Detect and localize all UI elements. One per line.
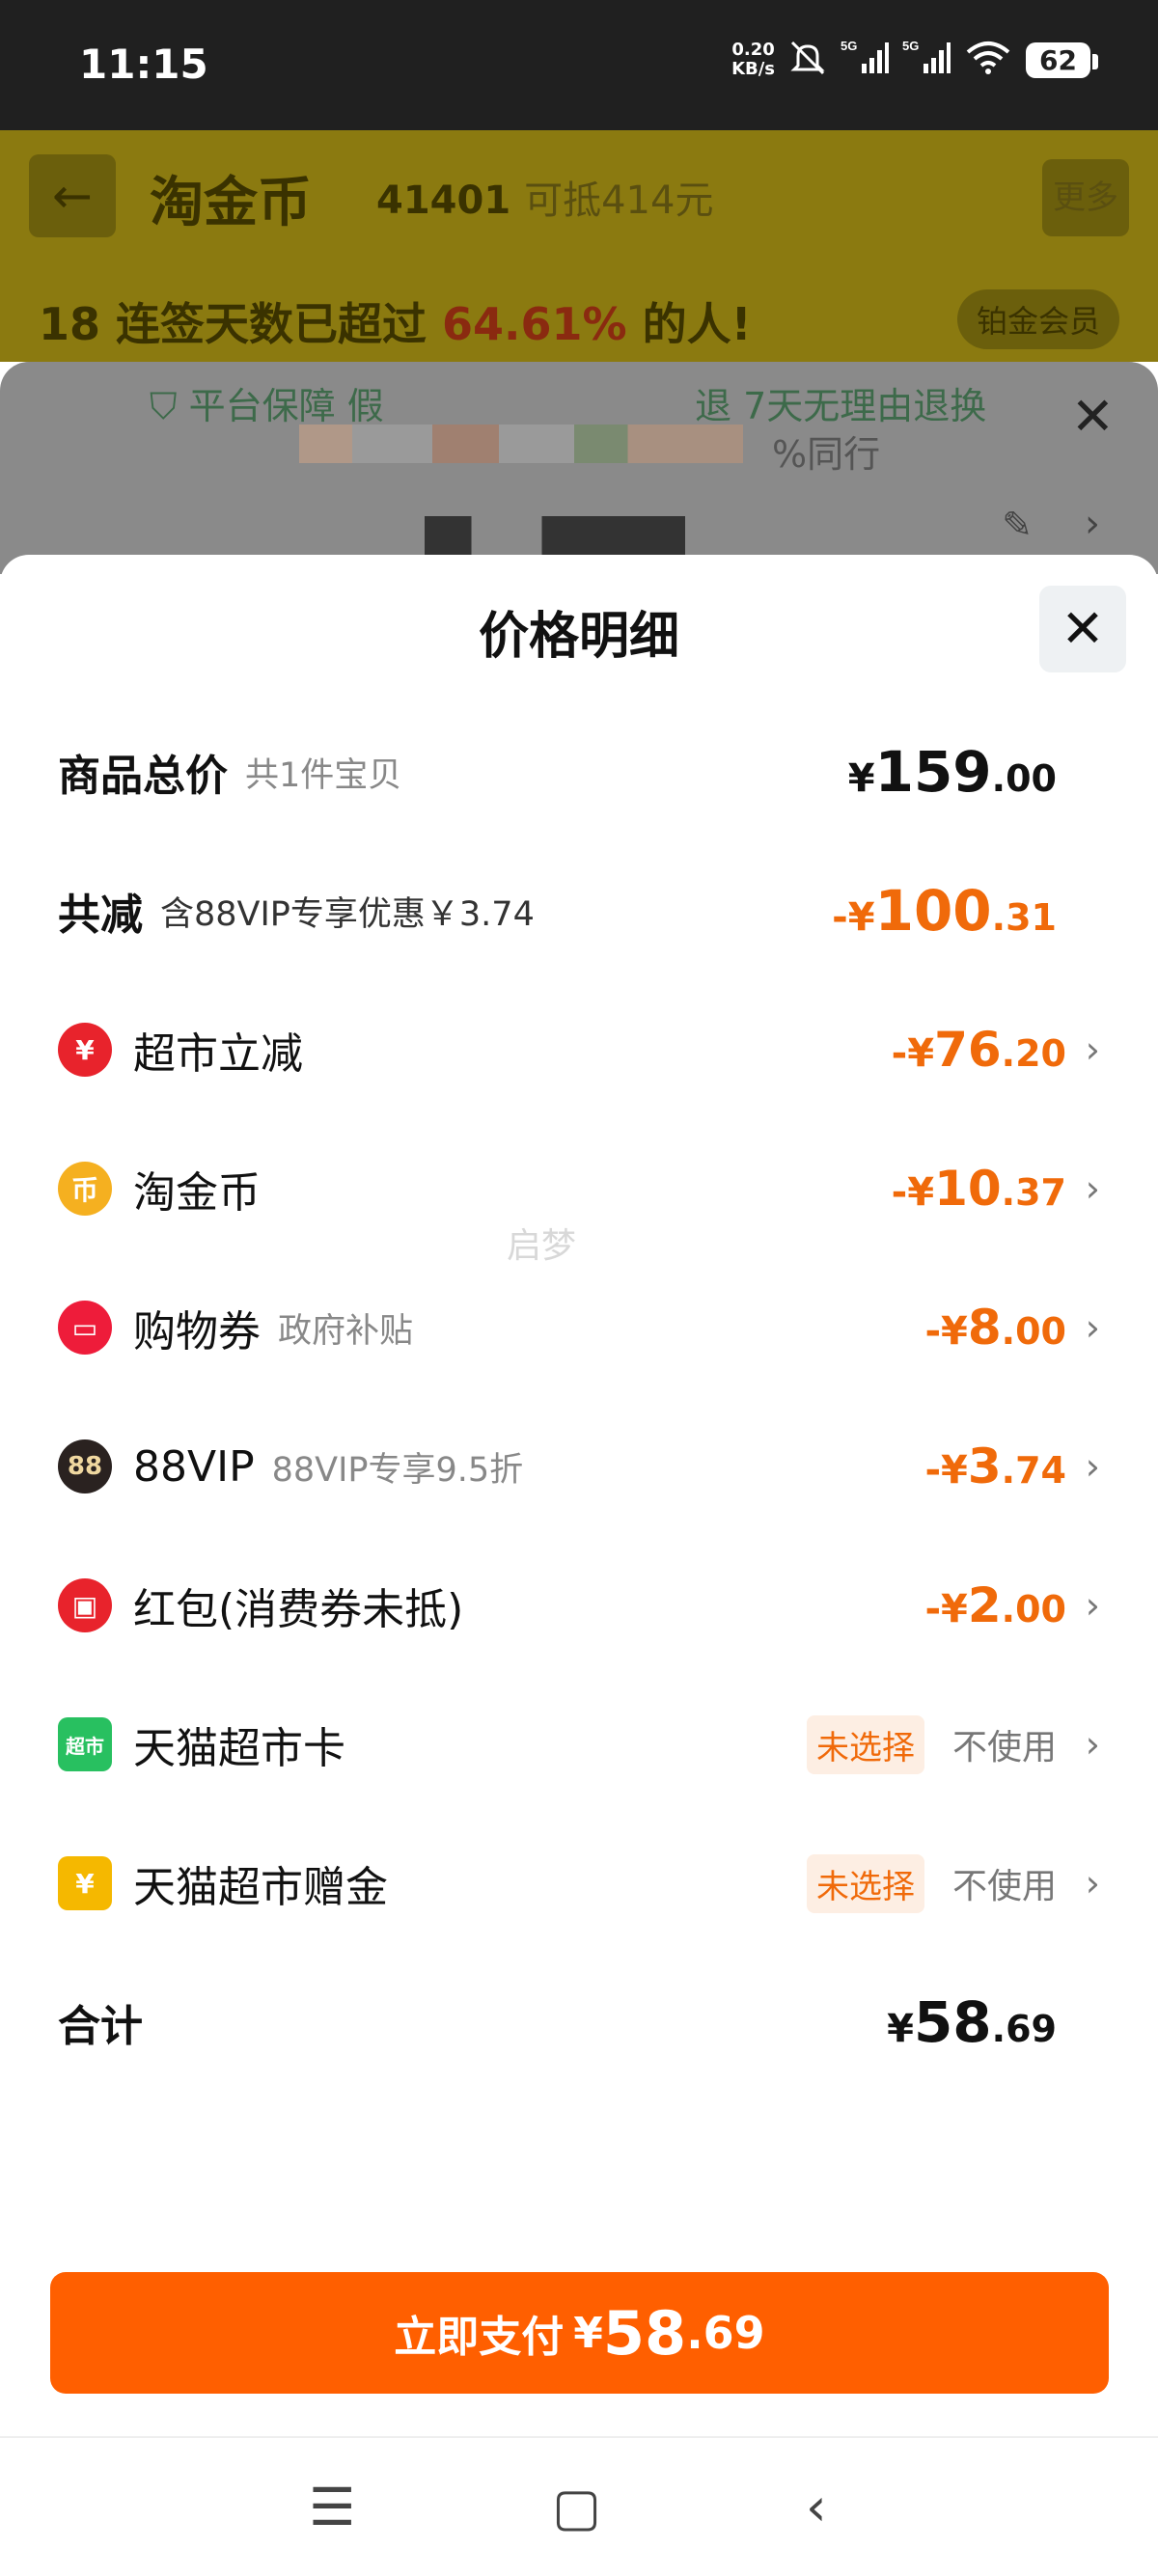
watermark: 启梦	[507, 1226, 577, 1266]
chevron-right-icon: ›	[1085, 1167, 1100, 1210]
card-row[interactable]: ¥ 天猫超市赠金 未选择 不使用 ›	[0, 1830, 1158, 1936]
discount-item-row[interactable]: 88 88VIP 88VIP专享9.5折 -¥3.74 ›	[0, 1413, 1158, 1520]
chevron-right-icon: ›	[1085, 1445, 1100, 1488]
sum-amount: ¥58.69	[887, 1989, 1057, 2055]
platform-guarantee: ⛉ 平台保障 假	[150, 385, 384, 427]
wifi-icon	[964, 39, 1012, 81]
supermarket-discount-icon: ¥	[58, 1023, 112, 1077]
tmall-gift-money-icon: ¥	[58, 1856, 112, 1910]
edit-icon: ✎	[1002, 504, 1033, 546]
net-speed: 0.20 KB/s	[731, 40, 776, 79]
mute-icon	[788, 39, 827, 81]
sheet-title: 价格明细	[478, 608, 679, 666]
discount-item-row[interactable]: ▭ 购物券 政府补贴 -¥8.00 ›	[0, 1274, 1158, 1381]
background-title: 淘金币	[150, 172, 312, 234]
signal-icon: 5G	[841, 39, 890, 81]
status-bar: 11:15 0.20 KB/s 5G 5G 62	[0, 0, 1158, 130]
card-action: 不使用	[951, 1728, 1057, 1768]
more-button: 更多	[1042, 159, 1129, 236]
status-badge: 未选择	[807, 1853, 924, 1913]
mosaic-blur	[299, 425, 743, 463]
background-chevron-icon: ›	[1085, 502, 1100, 546]
discount-item-row[interactable]: 币 淘金币 -¥10.37 ›	[0, 1136, 1158, 1242]
chevron-right-icon: ›	[1085, 1584, 1100, 1627]
discount-total-row: 共减 含88VIP专享优惠￥3.74 -¥100.31	[58, 878, 1057, 944]
discount-item-row[interactable]: ¥ 超市立减 -¥76.20 ›	[0, 997, 1158, 1103]
chevron-right-icon: ›	[1085, 1028, 1100, 1071]
back-arrow-icon: ←	[29, 154, 116, 237]
chevron-right-icon: ›	[1085, 1862, 1100, 1905]
discount-amount: -¥100.31	[832, 878, 1057, 944]
home-icon[interactable]: ▢	[552, 2477, 601, 2537]
battery-indicator: 62	[1026, 41, 1098, 78]
member-badge: 铂金会员	[956, 289, 1119, 349]
close-button[interactable]: ✕	[1039, 586, 1126, 672]
card-action: 不使用	[951, 1867, 1057, 1906]
coin-balance: 41401 可抵414元	[376, 178, 714, 223]
status-time: 11:15	[79, 41, 208, 88]
tmall-supermarket-card-icon: 超市	[58, 1717, 112, 1771]
signal-icon-2: 5G	[902, 39, 951, 81]
back-icon[interactable]: ‹	[806, 2477, 827, 2537]
return-policy: 退 7天无理由退换	[695, 385, 987, 427]
status-badge: 未选择	[807, 1714, 924, 1774]
shield-check-icon: ⛉	[150, 385, 178, 427]
chevron-right-icon: ›	[1085, 1306, 1100, 1349]
calendar-icon: 18	[39, 298, 101, 350]
total-amount: ¥159.00	[847, 739, 1057, 805]
red-packet-icon: ▣	[58, 1578, 112, 1632]
svg-text:5G: 5G	[841, 39, 857, 53]
sign-in-banner: 18 连签天数已超过 64.61% 的人!	[39, 298, 752, 350]
same-line-text: %同行	[772, 433, 881, 476]
close-icon: ✕	[1061, 598, 1105, 659]
total-price-row: 商品总价 共1件宝贝 ¥159.00	[58, 739, 1057, 805]
svg-text:5G: 5G	[902, 39, 919, 53]
background-close-icon: ✕	[1070, 386, 1115, 447]
card-row[interactable]: 超市 天猫超市卡 未选择 不使用 ›	[0, 1691, 1158, 1797]
coupon-icon: ▭	[58, 1301, 112, 1355]
mosaic-blur-2	[425, 516, 685, 555]
menu-icon[interactable]: ☰	[309, 2477, 355, 2537]
system-nav-bar: ☰ ▢ ‹	[0, 2436, 1158, 2576]
discount-item-row[interactable]: ▣ 红包(消费券未抵) -¥2.00 ›	[0, 1552, 1158, 1658]
chevron-right-icon: ›	[1085, 1723, 1100, 1766]
vip88-icon: 88	[58, 1439, 112, 1494]
pay-now-button[interactable]: 立即支付 ¥58.69	[50, 2272, 1109, 2394]
gold-coin-icon: 币	[58, 1162, 112, 1216]
status-icons: 0.20 KB/s 5G 5G 62	[731, 39, 1098, 81]
sum-row: 合计 ¥58.69	[58, 1989, 1057, 2055]
